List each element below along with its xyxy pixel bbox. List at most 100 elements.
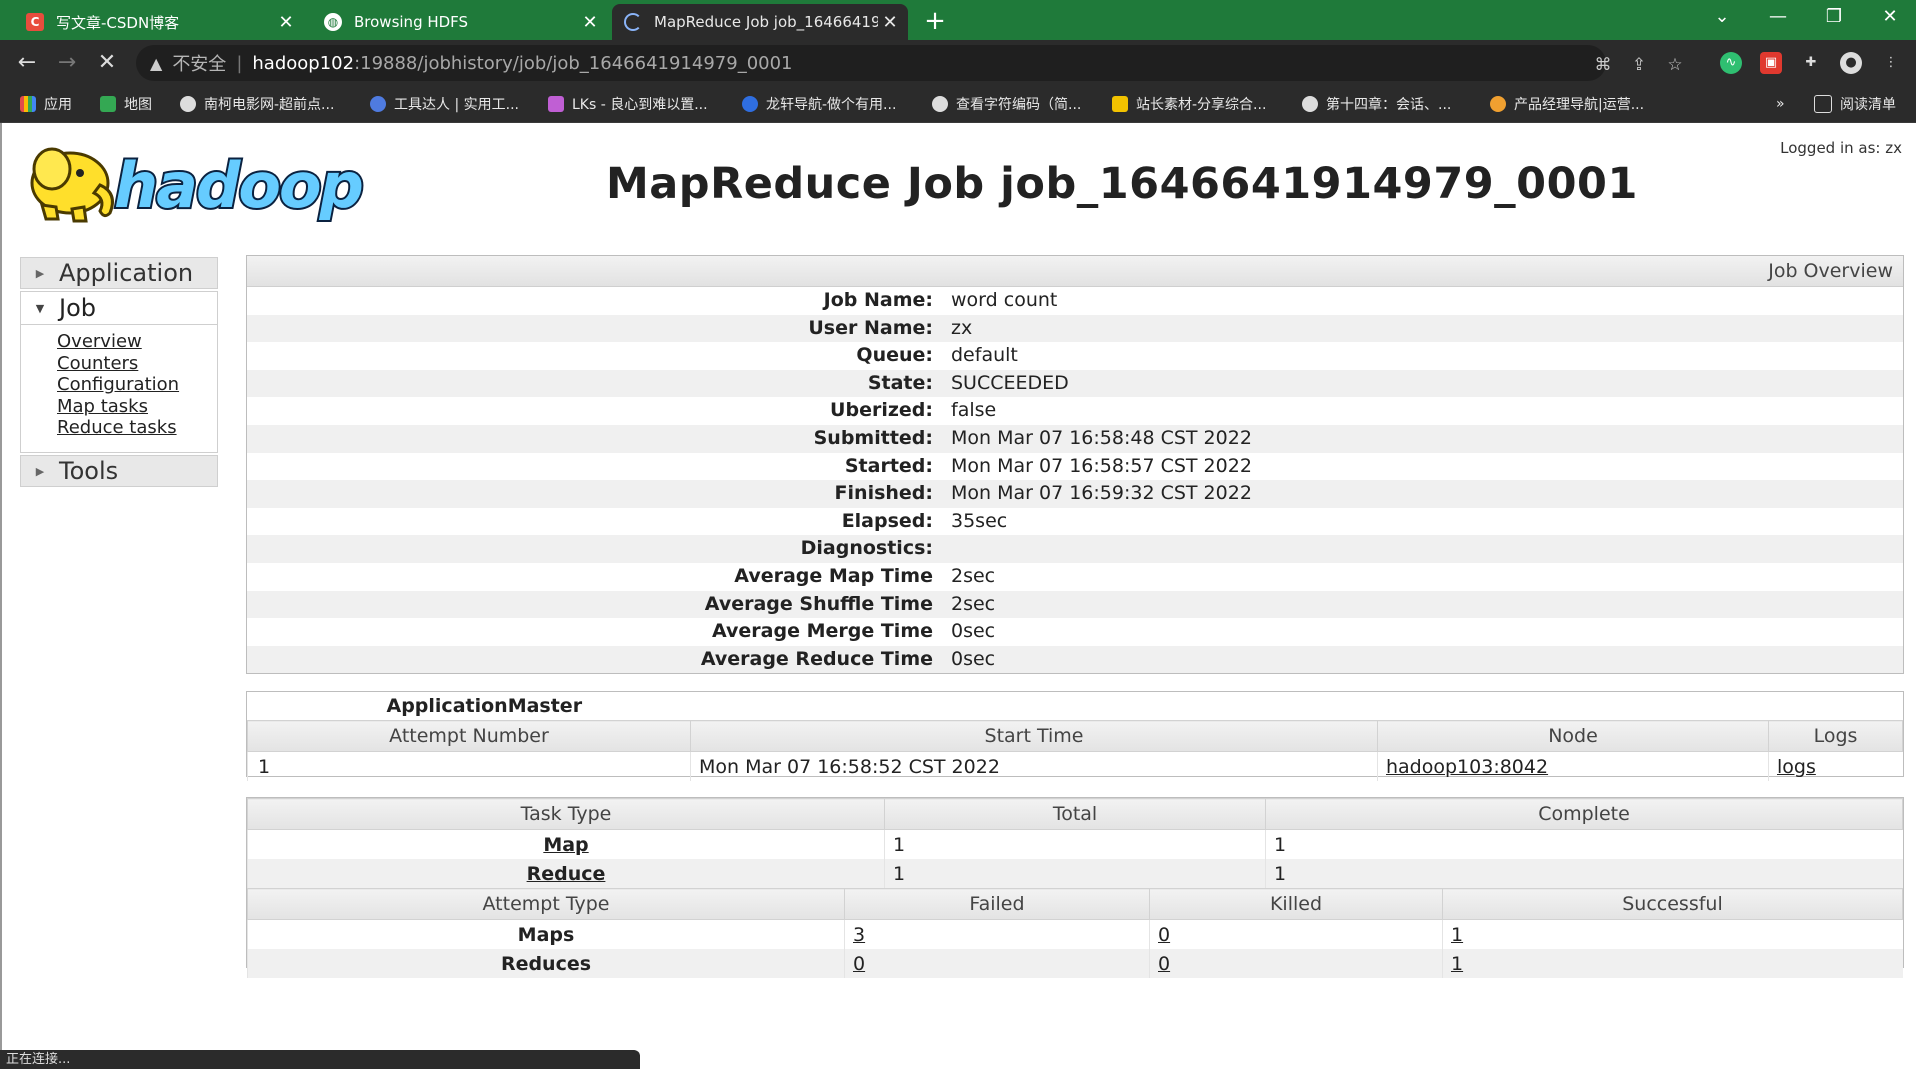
logged-in-status: Logged in as: zx xyxy=(1780,139,1902,157)
close-tab-icon[interactable]: ✕ xyxy=(274,12,298,33)
globe-icon xyxy=(180,96,196,112)
node-link[interactable]: hadoop103:8042 xyxy=(1386,756,1548,778)
overview-value: default xyxy=(951,344,1018,367)
overview-row: State: SUCCEEDED xyxy=(247,369,1903,398)
reading-list-button[interactable]: 阅读清单 xyxy=(1814,86,1896,122)
share-icon[interactable]: ⇪ xyxy=(1628,54,1650,76)
close-tab-icon[interactable]: ✕ xyxy=(578,12,602,33)
bookmark-item[interactable]: 第十四章：会话、... xyxy=(1302,86,1451,122)
triangle-right-icon: ▶ xyxy=(35,266,45,280)
tab-csdn[interactable]: C 写文章-CSDN博客 ✕ xyxy=(14,4,304,40)
bookmark-item[interactable]: 龙轩导航-做个有用... xyxy=(742,86,896,122)
menu-kebab-icon[interactable]: ⋮ xyxy=(1880,52,1902,74)
failed-count-link[interactable]: 0 xyxy=(853,953,865,975)
killed-count-link[interactable]: 0 xyxy=(1158,924,1170,946)
overview-row: Job Name: word count xyxy=(247,287,1903,315)
table-row: Maps 3 0 1 xyxy=(247,919,1903,949)
maps-icon xyxy=(100,96,116,112)
bookmark-item[interactable]: 工具达人 | 实用工... xyxy=(370,86,519,122)
bookmark-item[interactable]: 查看字符编码（简... xyxy=(932,86,1081,122)
site-favicon-icon xyxy=(1112,96,1128,112)
nav-section-job-header[interactable]: ▼ Job xyxy=(21,292,217,325)
application-master-panel: ApplicationMaster Attempt Number Start T… xyxy=(246,691,1904,781)
task-type-link-reduce[interactable]: Reduce xyxy=(527,863,606,885)
extension-icon[interactable]: ▣ xyxy=(1760,52,1782,74)
globe-icon xyxy=(1302,96,1318,112)
bookmark-label: 查看字符编码（简... xyxy=(956,97,1082,113)
overview-label: Diagnostics: xyxy=(800,537,933,560)
overview-label: Job Name: xyxy=(823,289,933,311)
new-tab-button[interactable]: + xyxy=(920,6,950,36)
forward-arrow-icon[interactable]: → xyxy=(52,48,82,78)
reading-list-icon xyxy=(1814,95,1832,113)
address-bar[interactable]: ▲ 不安全 | hadoop102 :19888/jobhistory/job/… xyxy=(136,45,1683,81)
bookmark-maps[interactable]: 地图 xyxy=(100,86,152,122)
column-header[interactable]: Attempt Type xyxy=(247,888,845,920)
column-header[interactable]: Complete xyxy=(1265,798,1903,830)
nav-link-map-tasks[interactable]: Map tasks xyxy=(57,396,217,418)
failed-count-link[interactable]: 3 xyxy=(853,924,865,946)
tab-mapreduce-job[interactable]: MapReduce Job job_16466419 ✕ xyxy=(612,4,908,40)
bookmarks-overflow-button[interactable]: » xyxy=(1776,86,1785,122)
nav-section-application[interactable]: ▶ Application xyxy=(20,257,218,289)
column-header[interactable]: Successful xyxy=(1442,888,1903,920)
nav-link-reduce-tasks[interactable]: Reduce tasks xyxy=(57,417,217,439)
page-content: hadoop MapReduce Job job_1646641914979_0… xyxy=(0,123,1916,1069)
nav-section-tools[interactable]: ▶ Tools xyxy=(20,455,218,487)
successful-count-link[interactable]: 1 xyxy=(1451,953,1463,975)
column-header[interactable]: Logs xyxy=(1768,720,1903,752)
restore-button[interactable]: ❐ xyxy=(1806,0,1862,34)
close-tab-icon[interactable]: ✕ xyxy=(878,12,902,33)
task-summary-table: Task Type Total Complete Map 1 1 Reduce … xyxy=(247,798,1903,888)
bookmark-item[interactable]: 产品经理导航|运营... xyxy=(1490,86,1644,122)
overview-label: Submitted: xyxy=(813,426,933,449)
extension-icon[interactable]: ∿ xyxy=(1720,52,1742,74)
bookmark-label: 地图 xyxy=(124,97,152,113)
column-header[interactable]: Node xyxy=(1377,720,1769,752)
bookmark-item[interactable]: 站长素材-分享综合... xyxy=(1112,86,1266,122)
column-header[interactable]: Task Type xyxy=(247,798,885,830)
logs-link[interactable]: logs xyxy=(1777,756,1816,778)
overview-label: Elapsed: xyxy=(841,509,933,532)
bookmark-item[interactable]: 南柯电影网-超前点... xyxy=(180,86,334,122)
stop-loading-icon[interactable]: ✕ xyxy=(92,48,122,78)
column-header[interactable]: Total xyxy=(884,798,1266,830)
nav-link-overview[interactable]: Overview xyxy=(57,331,217,353)
hadoop-logo[interactable]: hadoop xyxy=(22,135,397,227)
job-overview-panel: Job Overview Job Name: word count User Na… xyxy=(246,255,1904,674)
nav-link-counters[interactable]: Counters xyxy=(57,353,217,375)
task-type-link-map[interactable]: Map xyxy=(543,834,588,856)
bookmark-star-icon[interactable]: ☆ xyxy=(1664,54,1686,76)
minimize-button[interactable]: — xyxy=(1750,0,1806,34)
column-header[interactable]: Failed xyxy=(844,888,1150,920)
close-window-button[interactable]: ✕ xyxy=(1862,0,1916,34)
tab-search-icon[interactable]: ⌄ xyxy=(1694,0,1750,34)
attempt-number-cell: 1 xyxy=(247,751,691,781)
profile-avatar-icon[interactable]: ● xyxy=(1840,52,1862,74)
overview-value: Mon Mar 07 16:58:48 CST 2022 xyxy=(951,426,1252,449)
overview-row: Finished: Mon Mar 07 16:59:32 CST 2022 xyxy=(247,480,1903,508)
bookmark-label: 南柯电影网-超前点... xyxy=(204,97,335,113)
back-arrow-icon[interactable]: ← xyxy=(12,48,42,78)
successful-count-link[interactable]: 1 xyxy=(1451,924,1463,946)
translate-icon[interactable]: ⌘ xyxy=(1592,54,1614,76)
address-separator: | xyxy=(236,52,243,74)
table-row: Reduce 1 1 xyxy=(247,859,1903,888)
overview-label: Average Shuffle Time xyxy=(704,592,933,615)
puzzle-icon[interactable]: ✚ xyxy=(1800,52,1822,74)
column-header[interactable]: Killed xyxy=(1149,888,1443,920)
bookmark-apps[interactable]: 应用 xyxy=(20,86,72,122)
page-title: MapReduce Job job_1646641914979_0001 xyxy=(606,159,1638,209)
job-overview-rows: Job Name: word count User Name: zx Queue: d… xyxy=(247,287,1903,674)
bookmark-item[interactable]: LKs - 良心到难以置... xyxy=(548,86,708,122)
site-favicon-icon xyxy=(548,96,564,112)
column-header[interactable]: Start Time xyxy=(690,720,1378,752)
site-favicon-icon xyxy=(370,96,386,112)
tab-browsing-hdfs[interactable]: ◍ Browsing HDFS ✕ xyxy=(312,4,608,40)
complete-cell: 1 xyxy=(1265,829,1903,859)
nav-link-configuration[interactable]: Configuration xyxy=(57,374,217,396)
killed-count-link[interactable]: 0 xyxy=(1158,953,1170,975)
start-time-cell: Mon Mar 07 16:58:52 CST 2022 xyxy=(690,751,1378,781)
overview-row: Elapsed: 35sec xyxy=(247,508,1903,536)
column-header[interactable]: Attempt Number xyxy=(247,720,691,752)
